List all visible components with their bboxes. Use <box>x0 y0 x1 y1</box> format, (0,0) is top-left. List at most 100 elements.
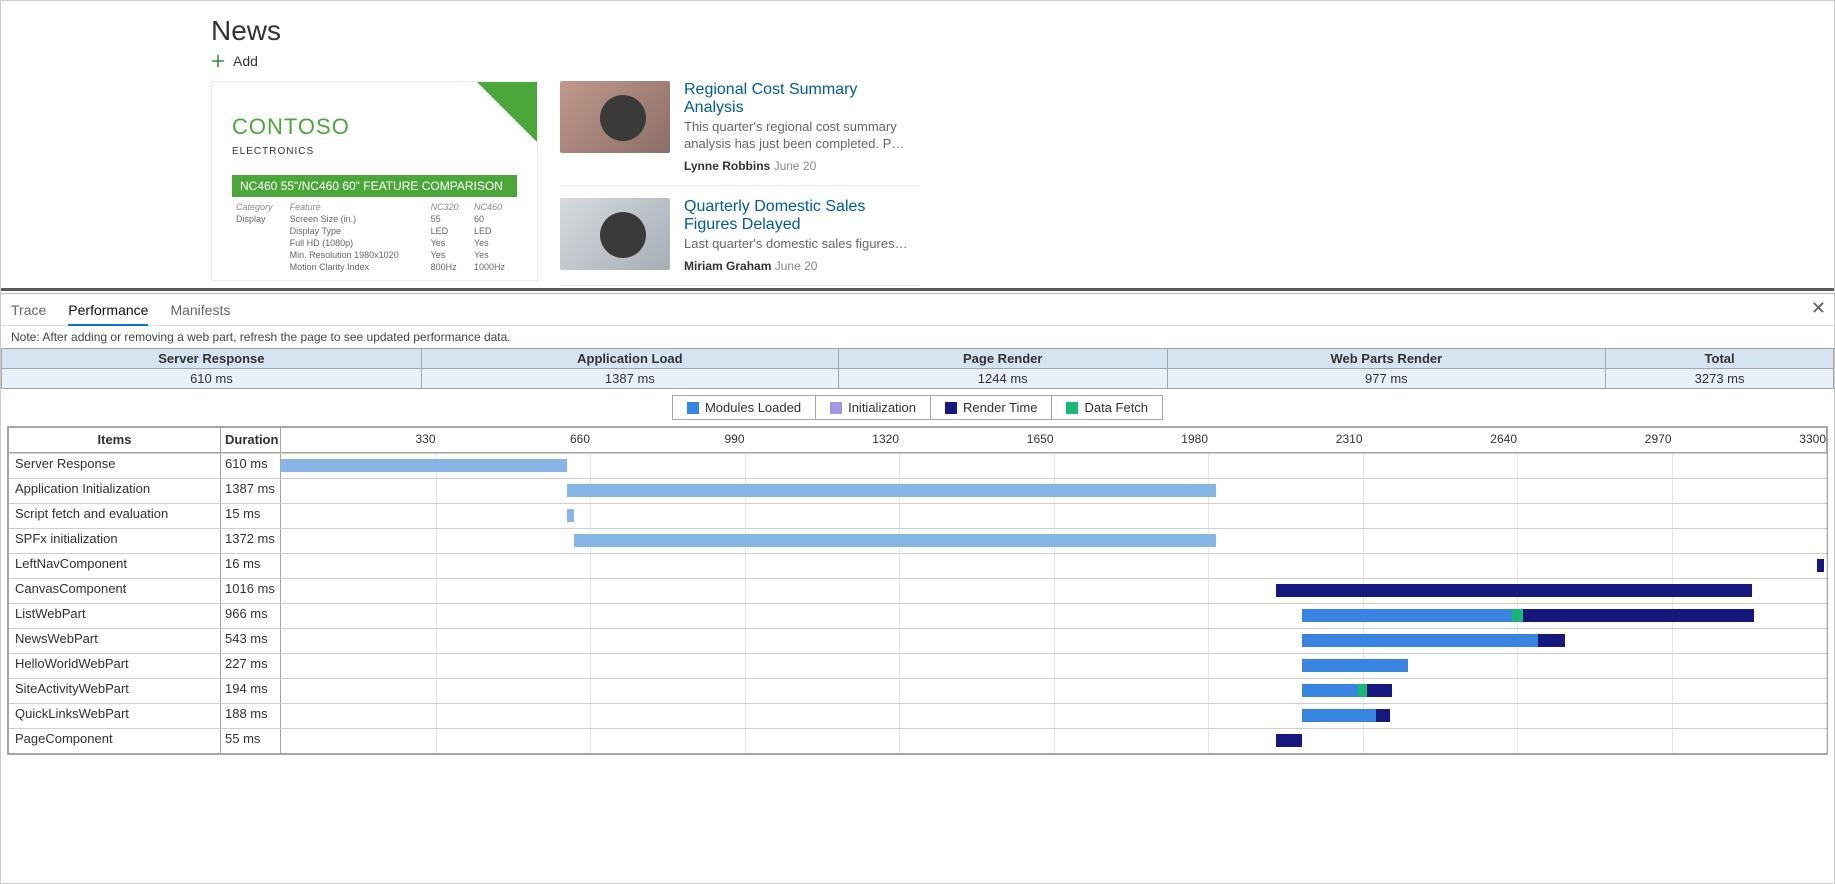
bar-load <box>574 534 1216 547</box>
summary-header: Total <box>1606 349 1834 369</box>
tab-manifests[interactable]: Manifests <box>170 298 230 325</box>
bar-rt <box>1276 584 1752 597</box>
item-bar-area <box>281 604 1826 628</box>
item-duration: 1387 ms <box>221 479 281 503</box>
item-bar-area <box>281 729 1826 753</box>
bar-rt <box>1817 559 1824 572</box>
news-item[interactable]: Regional Cost Summary Analysis This quar… <box>560 81 920 186</box>
item-name: Script fetch and evaluation <box>9 504 221 528</box>
page-upper: News Add CONTOSO ELECTRONICS NC460 55"/N… <box>1 1 1834 291</box>
item-duration: 1016 ms <box>221 579 281 603</box>
item-duration: 543 ms <box>221 629 281 653</box>
item-bar-area <box>281 579 1826 603</box>
gantt-chart: Items Duration 3306609901320165019802310… <box>7 426 1828 755</box>
mini-table: CategoryFeatureNC320NC460 DisplayScreen … <box>232 201 517 273</box>
bar-load <box>567 484 1216 497</box>
news-thumb <box>560 198 670 270</box>
legend-swatch <box>1066 402 1078 414</box>
summary-value: 3273 ms <box>1606 369 1834 389</box>
item-bar-area <box>281 554 1826 578</box>
item-name: SPFx initialization <box>9 529 221 553</box>
gantt-row: Script fetch and evaluation15 ms <box>9 503 1826 528</box>
news-item-title: Regional Cost Summary Analysis <box>684 81 920 117</box>
news-item-title: Quarterly Domestic Sales Figures Delayed <box>684 198 920 234</box>
item-name: CanvasComponent <box>9 579 221 603</box>
bar-load <box>281 459 567 472</box>
bar-df <box>1512 609 1522 622</box>
bar-rt <box>1376 709 1390 722</box>
item-bar-area <box>281 529 1826 553</box>
brand-sub: ELECTRONICS <box>232 146 517 157</box>
item-duration: 194 ms <box>221 679 281 703</box>
item-bar-area <box>281 654 1826 678</box>
corner-accent <box>477 82 537 142</box>
summary-header: Server Response <box>2 349 422 369</box>
item-name: PageComponent <box>9 729 221 753</box>
page-title: News <box>211 15 1834 47</box>
item-duration: 610 ms <box>221 454 281 478</box>
item-duration: 1372 ms <box>221 529 281 553</box>
item-bar-area <box>281 454 1826 478</box>
summary-table: Server ResponseApplication LoadPage Rend… <box>1 348 1834 389</box>
gantt-row: Server Response610 ms <box>9 453 1826 478</box>
legend-swatch <box>687 402 699 414</box>
item-duration: 15 ms <box>221 504 281 528</box>
legend-item: Initialization <box>816 396 931 419</box>
item-name: ListWebPart <box>9 604 221 628</box>
bar-ml <box>1302 684 1358 697</box>
item-duration: 966 ms <box>221 604 281 628</box>
add-button[interactable]: Add <box>211 53 1834 69</box>
item-bar-area <box>281 679 1826 703</box>
bar-rt <box>1523 609 1754 622</box>
summary-value: 610 ms <box>2 369 422 389</box>
gantt-row: QuickLinksWebPart188 ms <box>9 703 1826 728</box>
plus-icon <box>211 54 225 68</box>
gantt-row: SiteActivityWebPart194 ms <box>9 678 1826 703</box>
item-duration: 16 ms <box>221 554 281 578</box>
tab-trace[interactable]: Trace <box>11 298 46 325</box>
summary-value: 1387 ms <box>421 369 838 389</box>
bar-df <box>1358 684 1367 697</box>
add-label: Add <box>233 53 258 69</box>
item-name: LeftNavComponent <box>9 554 221 578</box>
item-duration: 188 ms <box>221 704 281 728</box>
gantt-row: HelloWorldWebPart227 ms <box>9 653 1826 678</box>
close-icon[interactable]: ✕ <box>1811 298 1826 319</box>
gantt-row: ListWebPart966 ms <box>9 603 1826 628</box>
news-item-author: Lynne Robbins June 20 <box>684 159 920 173</box>
legend-item: Render Time <box>931 396 1052 419</box>
chart-legend: Modules LoadedInitializationRender TimeD… <box>1 395 1834 420</box>
item-bar-area <box>281 479 1826 503</box>
item-duration: 227 ms <box>221 654 281 678</box>
perf-note: Note: After adding or removing a web par… <box>1 326 1834 348</box>
bar-ml <box>1302 609 1513 622</box>
item-name: Server Response <box>9 454 221 478</box>
perf-panel: ✕ Trace Performance Manifests Note: After … <box>1 293 1834 883</box>
gantt-row: LeftNavComponent16 ms <box>9 553 1826 578</box>
legend-swatch <box>945 402 957 414</box>
feature-title-bar: NC460 55"/NC460 60" FEATURE COMPARISON <box>232 175 517 197</box>
legend-swatch <box>830 402 842 414</box>
bar-ml <box>1302 659 1408 672</box>
gantt-row: CanvasComponent1016 ms <box>9 578 1826 603</box>
col-header-duration: Duration <box>221 428 281 452</box>
news-item-author: Miriam Graham June 20 <box>684 259 920 273</box>
bar-rt <box>1538 634 1565 647</box>
item-bar-area <box>281 504 1826 528</box>
news-item-desc: This quarter's regional cost summary ana… <box>684 119 920 153</box>
tab-performance[interactable]: Performance <box>68 298 148 326</box>
bar-ml <box>1302 634 1538 647</box>
item-duration: 55 ms <box>221 729 281 753</box>
item-name: SiteActivityWebPart <box>9 679 221 703</box>
gantt-row: SPFx initialization1372 ms <box>9 528 1826 553</box>
bar-load <box>567 509 574 522</box>
gantt-row: PageComponent55 ms <box>9 728 1826 753</box>
news-item[interactable]: Quarterly Domestic Sales Figures Delayed… <box>560 198 920 286</box>
perf-tabs: Trace Performance Manifests <box>1 294 1834 326</box>
feature-card[interactable]: CONTOSO ELECTRONICS NC460 55"/NC460 60" … <box>211 81 538 281</box>
gantt-row: NewsWebPart543 ms <box>9 628 1826 653</box>
item-name: Application Initialization <box>9 479 221 503</box>
item-name: QuickLinksWebPart <box>9 704 221 728</box>
summary-header: Page Render <box>838 349 1167 369</box>
summary-header: Application Load <box>421 349 838 369</box>
